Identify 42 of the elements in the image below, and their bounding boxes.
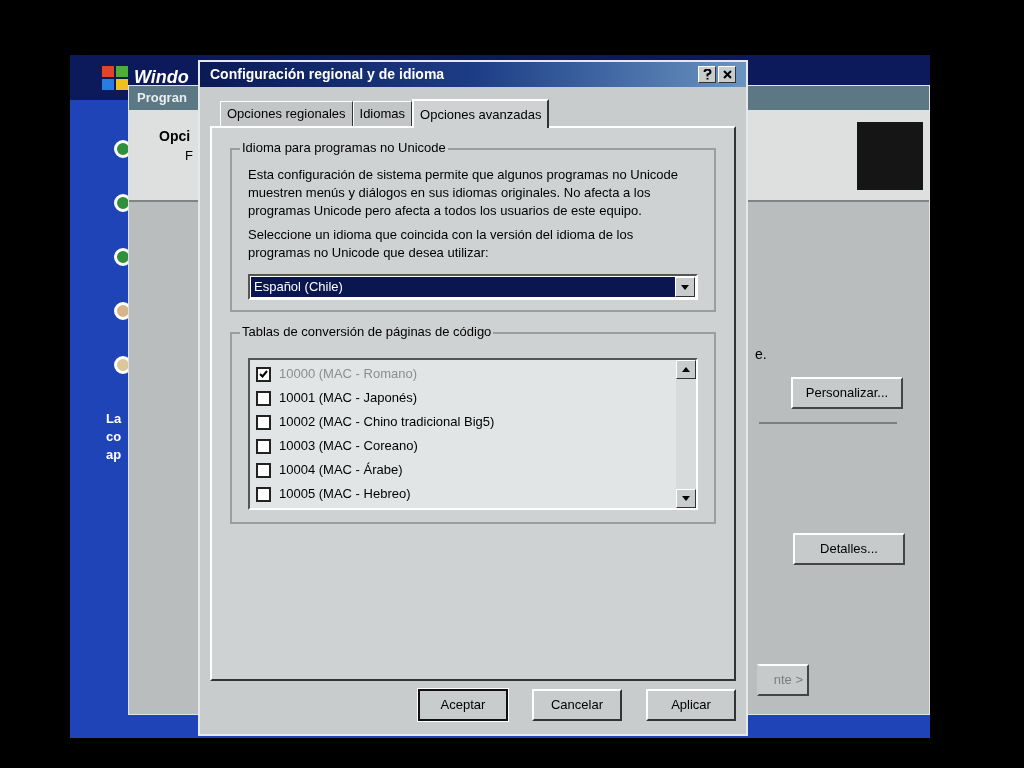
scroll-up-icon[interactable] — [676, 360, 696, 379]
codepage-label: 10005 (MAC - Hebreo) — [279, 485, 411, 504]
check-icon — [259, 370, 268, 378]
dialog-title: Configuración regional y de idioma — [210, 65, 445, 84]
side-text: ap — [106, 446, 122, 464]
description-text: Esta configuración de sistema permite que algunos programas no Unicode muestren menús y diálogos en sus idiomas originales. No afecta a los programas Unicode pero afecta a todos los usuarios de este equipo. — [248, 166, 679, 220]
help-icon[interactable] — [698, 66, 716, 83]
codepage-label: 10001 (MAC - Japonés) — [279, 389, 417, 408]
codepage-label: 10002 (MAC - Chino tradicional Big5) — [279, 413, 495, 432]
checkbox[interactable] — [256, 486, 271, 502]
side-text: La — [106, 410, 122, 428]
tab[interactable]: Idiomas — [352, 101, 413, 126]
scroll-down-icon[interactable] — [676, 489, 696, 508]
window-title: Progran — [137, 89, 187, 108]
close-icon[interactable] — [718, 66, 736, 83]
dialog-button[interactable]: Aplicar — [646, 689, 736, 721]
dialog-button[interactable]: Cancelar — [532, 689, 622, 721]
text-fragment: e. — [755, 345, 767, 364]
customize-button[interactable]: Personalizar... — [791, 377, 903, 409]
checkbox[interactable] — [256, 414, 271, 430]
tab[interactable]: Opciones avanzadas — [412, 99, 550, 128]
tab[interactable]: Opciones regionales — [220, 101, 353, 126]
side-text: co — [106, 428, 122, 446]
codepage-label: 10004 (MAC - Árabe) — [279, 461, 403, 480]
flag-logo-icon — [100, 63, 130, 92]
dropdown-value: Español (Chile) — [251, 277, 675, 297]
header-subtitle: F — [185, 147, 193, 165]
scrollbar[interactable] — [676, 360, 696, 508]
checkbox[interactable] — [256, 438, 271, 454]
checkbox[interactable] — [256, 462, 271, 478]
details-button[interactable]: Detalles... — [793, 533, 905, 565]
group-title: Tablas de conversión de páginas de código — [240, 324, 494, 340]
checkbox[interactable] — [256, 390, 271, 406]
picture-placeholder — [857, 122, 923, 190]
group-title: Idioma para programas no Unicode — [240, 140, 448, 156]
logo-text: Windo — [134, 66, 189, 89]
header-title: Opci — [159, 127, 191, 146]
codepage-label: 10003 (MAC - Coreano) — [279, 437, 418, 456]
prompt-text: Seleccione un idioma que coincida con la versión del idioma de los programas no Unicode que desea utilizar: — [248, 226, 635, 262]
language-dropdown[interactable]: Español (Chile) — [248, 274, 698, 300]
codepage-label: 10000 (MAC - Romano) — [279, 365, 417, 384]
dialog-button[interactable]: Aceptar — [418, 689, 508, 721]
